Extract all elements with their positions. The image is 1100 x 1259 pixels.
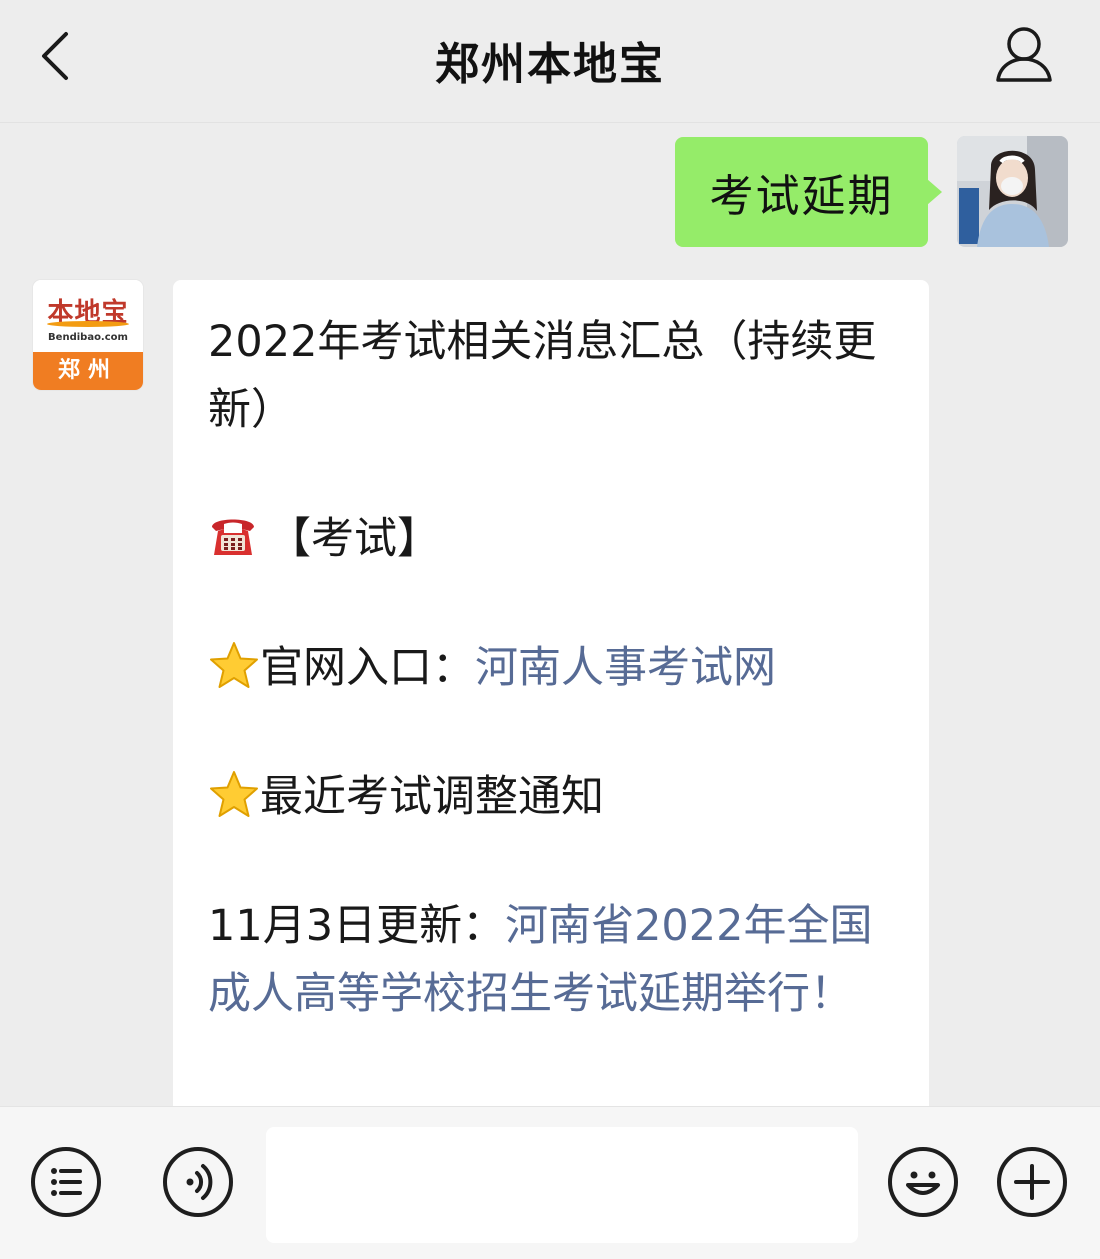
official-site-link[interactable]: 河南人事考试网: [475, 643, 776, 693]
update-line: 11月3日更新：河南省2022年全国成人高等学校招生考试延期举行！: [208, 892, 895, 1028]
user-avatar[interactable]: [957, 136, 1068, 247]
avatar-swoosh: [47, 321, 129, 327]
official-site-line: 官网入口：河南人事考试网: [208, 634, 895, 702]
input-bar: [0, 1106, 1100, 1259]
recent-notice-label: 最近考试调整通知: [260, 772, 604, 822]
section-label: 【考试】: [268, 514, 440, 564]
plus-icon: [1014, 1164, 1050, 1200]
list-menu-icon: [51, 1168, 82, 1196]
telephone-icon: [212, 519, 254, 555]
voice-button[interactable]: [163, 1147, 233, 1217]
bot-avatar[interactable]: 本地宝 Bendibao.com 郑州: [33, 280, 143, 390]
smiley-icon: [906, 1171, 940, 1195]
avatar-logo: 本地宝 Bendibao.com: [33, 280, 143, 352]
received-message-bubble[interactable]: 2022年考试相关消息汇总（持续更新） 【考试】 官网入口：河南人事考试网 最近…: [173, 280, 929, 1150]
profile-button[interactable]: [990, 24, 1058, 88]
avatar-site-text: Bendibao.com: [48, 332, 128, 343]
chat-title: 郑州本地宝: [435, 39, 665, 90]
section-line: 【考试】: [208, 505, 895, 573]
emoji-button[interactable]: [888, 1147, 958, 1217]
message-input[interactable]: [266, 1127, 858, 1243]
message-heading: 2022年考试相关消息汇总（持续更新）: [208, 317, 877, 435]
sent-message-bubble[interactable]: 考试延期: [675, 137, 942, 247]
update-prefix: 11月3日更新：: [208, 901, 506, 951]
star-icon: [210, 771, 258, 817]
recent-notice-line: 最近考试调整通知: [208, 763, 895, 831]
voice-icon: [186, 1164, 213, 1200]
avatar-city-text: 郑州: [33, 352, 143, 390]
plus-button[interactable]: [997, 1147, 1067, 1217]
official-site-prefix: 官网入口：: [260, 643, 475, 693]
person-icon: [996, 27, 1052, 82]
user-photo: [957, 136, 1068, 247]
top-bar: 郑州本地宝: [0, 0, 1100, 123]
sent-message-text: 考试延期: [709, 171, 894, 222]
star-icon: [210, 642, 258, 688]
menu-button[interactable]: [31, 1147, 101, 1217]
